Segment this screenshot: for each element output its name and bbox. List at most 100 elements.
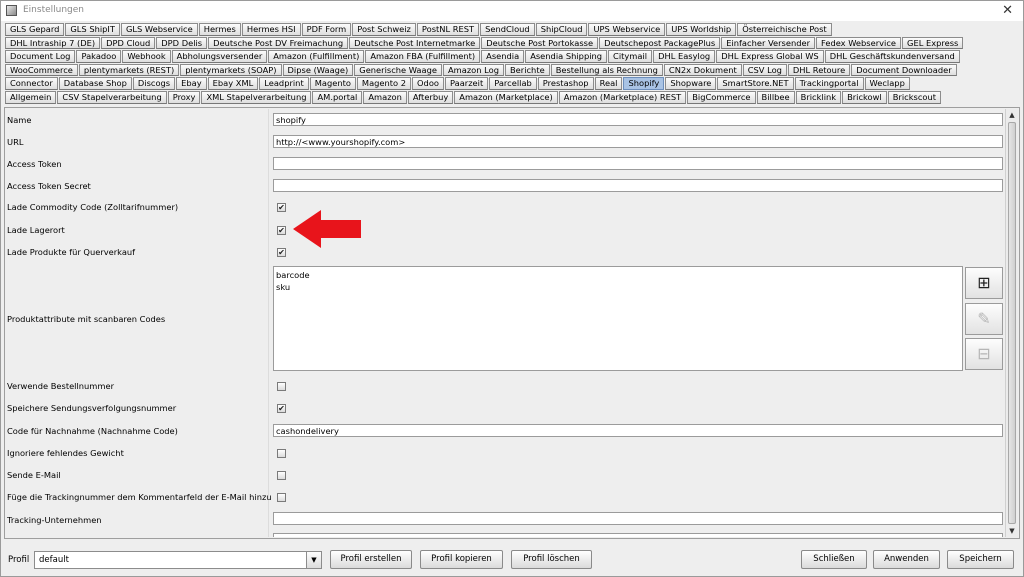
tab-citymail[interactable]: Citymail <box>608 50 653 63</box>
tab-asendia-shipping[interactable]: Asendia Shipping <box>525 50 608 63</box>
tab-csv-log[interactable]: CSV Log <box>742 63 787 77</box>
schliessen-button[interactable]: Schließen <box>801 550 867 569</box>
tab-gel-express[interactable]: GEL Express <box>902 36 964 50</box>
tab-allgemein[interactable]: Allgemein <box>5 90 57 104</box>
tab-pdf-form[interactable]: PDF Form <box>301 23 352 36</box>
tab-amazon-log[interactable]: Amazon Log <box>442 63 504 77</box>
tab-dhl-express-global-ws[interactable]: DHL Express Global WS <box>716 50 824 63</box>
tab-ups-webservice[interactable]: UPS Webservice <box>588 23 666 36</box>
tab-gls-gepard[interactable]: GLS Gepard <box>5 23 65 36</box>
tab-dhl-easylog[interactable]: DHL Easylog <box>653 50 716 63</box>
trackingnummer-checkbox[interactable] <box>277 493 286 502</box>
tab-dhl-retoure[interactable]: DHL Retoure <box>787 63 851 77</box>
tab-xml-stapelverarbeitung[interactable]: XML Stapelverarbeitung <box>201 90 312 104</box>
tab-ebay[interactable]: Ebay <box>176 77 207 90</box>
remove-attribute-button[interactable]: ⊟ <box>965 338 1003 370</box>
profil-select[interactable]: default ▼ <box>34 551 322 569</box>
tab-dpd-delis[interactable]: DPD Delis <box>156 36 208 50</box>
tab-shipcloud[interactable]: ShipCloud <box>535 23 588 36</box>
tab-generische-waage[interactable]: Generische Waage <box>354 63 442 77</box>
tab-brickowl[interactable]: Brickowl <box>842 90 887 104</box>
tab-deutschepost-packageplus[interactable]: Deutschepost PackagePlus <box>599 36 721 50</box>
tab-smartstore-net[interactable]: SmartStore.NET <box>717 77 794 90</box>
tab-proxy[interactable]: Proxy <box>167 90 201 104</box>
commodity-code-checkbox[interactable]: ✔ <box>277 203 286 212</box>
tab-abholungsversender[interactable]: Abholungsversender <box>171 50 268 63</box>
tab-prestashop[interactable]: Prestashop <box>537 77 594 90</box>
tab-webhook[interactable]: Webhook <box>122 50 171 63</box>
tab-woocommerce[interactable]: WooCommerce <box>5 63 78 77</box>
tab-bricklink[interactable]: Bricklink <box>795 90 842 104</box>
tab-dipse-waage[interactable]: Dipse (Waage) <box>282 63 354 77</box>
tab-cn2x-dokument[interactable]: CN2x Dokument <box>663 63 742 77</box>
tab-dpd-cloud[interactable]: DPD Cloud <box>101 36 156 50</box>
list-item[interactable]: barcode <box>276 269 960 281</box>
tab-fedex-webservice[interactable]: Fedex Webservice <box>816 36 902 50</box>
produktattribute-list[interactable]: barcode sku <box>273 266 963 371</box>
speichern-button[interactable]: Speichern <box>947 550 1014 569</box>
tab-brickscout[interactable]: Brickscout <box>887 90 941 104</box>
tab-bestellung-als-rechnung[interactable]: Bestellung als Rechnung <box>550 63 663 77</box>
tab-deutsche-post-portokasse[interactable]: Deutsche Post Portokasse <box>481 36 599 50</box>
tab-trackingportal[interactable]: Trackingportal <box>794 77 864 90</box>
sendungsverfolgung-checkbox[interactable]: ✔ <box>277 404 286 413</box>
tab-connector[interactable]: Connector <box>5 77 58 90</box>
tab-deutsche-post-dv-freimachung[interactable]: Deutsche Post DV Freimachung <box>208 36 349 50</box>
tab-gls-shipit[interactable]: GLS ShipIT <box>65 23 120 36</box>
tab-odoo[interactable]: Odoo <box>412 77 444 90</box>
tab-hermes-hsi[interactable]: Hermes HSI <box>241 23 301 36</box>
tab-ups-worldship[interactable]: UPS Worldship <box>666 23 737 36</box>
tab-amazon-marketplace-rest[interactable]: Amazon (Marketplace) REST <box>558 90 687 104</box>
tab-am-portal[interactable]: AM.portal <box>312 90 363 104</box>
scroll-down-icon[interactable]: ▼ <box>1006 525 1018 537</box>
tab-amazon-marketplace[interactable]: Amazon (Marketplace) <box>454 90 558 104</box>
tab-einfacher-versender[interactable]: Einfacher Versender <box>721 36 816 50</box>
scroll-thumb[interactable] <box>1008 122 1016 524</box>
tab-hermes[interactable]: Hermes <box>198 23 241 36</box>
tab-document-downloader[interactable]: Document Downloader <box>851 63 957 77</box>
tab-ebay-xml[interactable]: Ebay XML <box>207 77 259 90</box>
tab-dhl-geschäftskundenversand[interactable]: DHL Geschäftskundenversand <box>824 50 960 63</box>
tab-shopware[interactable]: Shopware <box>665 77 717 90</box>
tab-parcellab[interactable]: Parcellab <box>489 77 537 90</box>
tab-dhl-intraship-7-de[interactable]: DHL Intraship 7 (DE) <box>5 36 101 50</box>
tab-shopify[interactable]: Shopify <box>623 77 665 90</box>
tab-weclapp[interactable]: Weclapp <box>864 77 910 90</box>
tab-plentymarkets-soap[interactable]: plentymarkets (SOAP) <box>180 63 282 77</box>
list-item[interactable]: sku <box>276 281 960 293</box>
tab-postnl-rest[interactable]: PostNL REST <box>416 23 480 36</box>
tab-csv-stapelverarbeitung[interactable]: CSV Stapelverarbeitung <box>57 90 167 104</box>
tab-database-shop[interactable]: Database Shop <box>58 77 132 90</box>
tab-billbee[interactable]: Billbee <box>756 90 795 104</box>
email-checkbox[interactable] <box>277 471 286 480</box>
tab-post-schweiz[interactable]: Post Schweiz <box>352 23 416 36</box>
lagerort-checkbox[interactable]: ✔ <box>277 226 286 235</box>
profil-kopieren-button[interactable]: Profil kopieren <box>420 550 503 569</box>
tab-paarzeit[interactable]: Paarzeit <box>444 77 489 90</box>
tab-gls-webservice[interactable]: GLS Webservice <box>120 23 198 36</box>
name-input[interactable]: shopify <box>273 113 1003 126</box>
tab-amazon-fulfillment[interactable]: Amazon (Fulfillment) <box>268 50 365 63</box>
tab-document-log[interactable]: Document Log <box>5 50 76 63</box>
tab-deutsche-post-internetmarke[interactable]: Deutsche Post Internetmarke <box>349 36 481 50</box>
vertical-scrollbar[interactable]: ▲ ▼ <box>1005 109 1018 537</box>
close-icon[interactable]: ✕ <box>1002 3 1013 18</box>
access-token-secret-input[interactable] <box>273 179 1003 192</box>
tab-bigcommerce[interactable]: BigCommerce <box>687 90 756 104</box>
profil-loeschen-button[interactable]: Profil löschen <box>511 550 592 569</box>
tab-real[interactable]: Real <box>594 77 623 90</box>
nachnahme-input[interactable]: cashondelivery <box>273 424 1003 437</box>
tab-magento-2[interactable]: Magento 2 <box>356 77 412 90</box>
tab-asendia[interactable]: Asendia <box>481 50 525 63</box>
profil-erstellen-button[interactable]: Profil erstellen <box>330 550 412 569</box>
tracking-unternehmen-input[interactable] <box>273 512 1003 525</box>
bestellnummer-checkbox[interactable] <box>277 382 286 391</box>
tab-leadprint[interactable]: Leadprint <box>259 77 309 90</box>
tab-magento[interactable]: Magento <box>309 77 356 90</box>
access-token-input[interactable] <box>273 157 1003 170</box>
edit-attribute-button[interactable]: ✎ <box>965 303 1003 335</box>
tab-amazon-fba-fulfillment[interactable]: Amazon FBA (Fulfillment) <box>365 50 481 63</box>
tab-plentymarkets-rest[interactable]: plentymarkets (REST) <box>78 63 180 77</box>
next-field-input[interactable] <box>273 533 1003 537</box>
tab-berichte[interactable]: Berichte <box>504 63 550 77</box>
